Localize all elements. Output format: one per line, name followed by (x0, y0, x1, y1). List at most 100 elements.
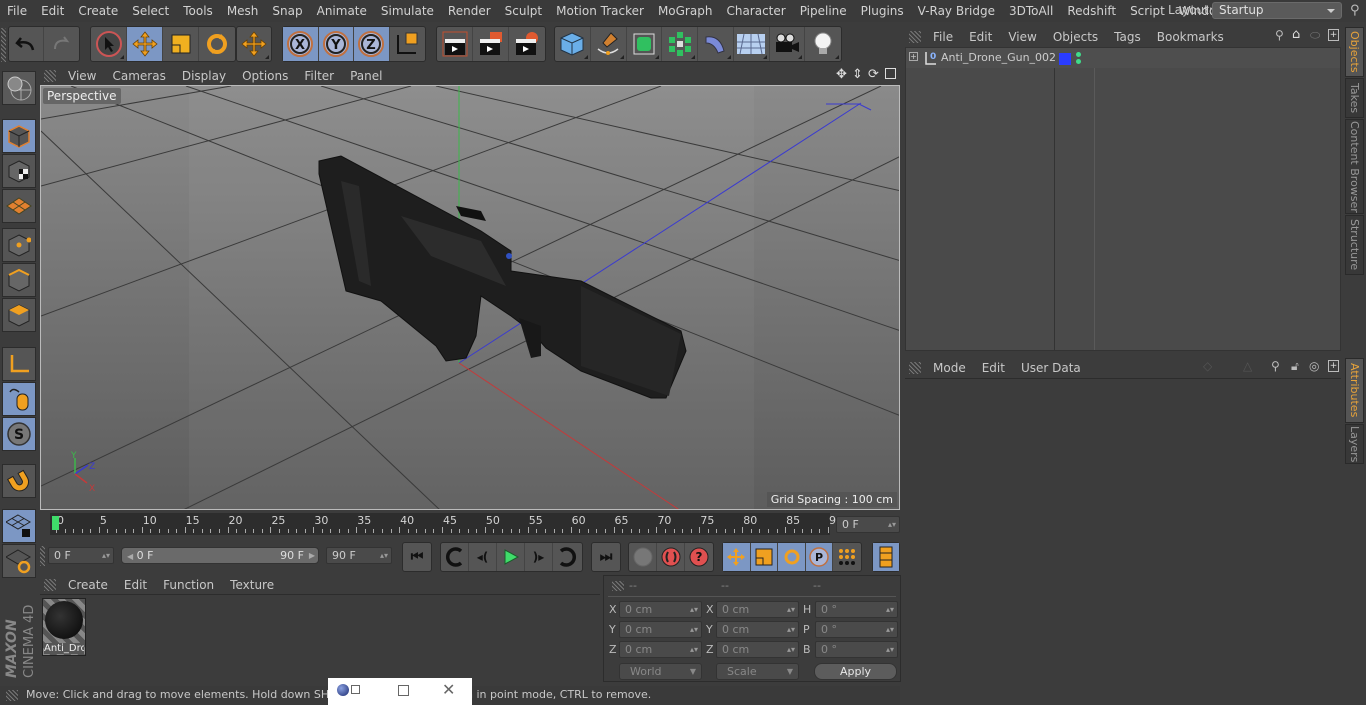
pos-x-field[interactable]: 0 cm ▴▾ (619, 601, 702, 618)
rotate-view-icon[interactable]: ⟳ (868, 67, 879, 82)
end-frame-field[interactable]: 90 F ▴▾ (326, 547, 392, 564)
motion-path-button[interactable] (629, 543, 657, 571)
deformer-button[interactable] (698, 27, 734, 61)
menu-select[interactable]: Select (125, 0, 176, 22)
zoom-view-icon[interactable]: ⇕ (852, 67, 863, 82)
toolbar-grip[interactable] (1, 28, 6, 62)
next-key-button[interactable] (553, 543, 581, 571)
scale-tool-button[interactable] (163, 27, 199, 61)
viewport-menu-view[interactable]: View (60, 69, 104, 83)
layout-dropdown[interactable]: Startup (1212, 2, 1342, 19)
timeline-track[interactable]: 051015202530354045505560657075808590 (50, 513, 843, 535)
key-position-button[interactable] (723, 543, 751, 571)
pos-z-field[interactable]: 0 cm ▴▾ (619, 641, 702, 658)
lock-workplane-button[interactable] (2, 509, 36, 543)
object-name[interactable]: Anti_Drone_Gun_002 (941, 51, 1056, 64)
menu-character[interactable]: Character (719, 0, 792, 22)
apply-button[interactable]: Apply (814, 663, 897, 680)
rotate-tool-button[interactable] (199, 27, 235, 61)
coord-grip[interactable] (612, 581, 624, 591)
subdivision-surface-button[interactable] (627, 27, 663, 61)
make-editable-button[interactable] (2, 71, 36, 105)
home-icon[interactable]: ⌂ (1292, 27, 1300, 42)
new-panel-icon[interactable]: + (1328, 360, 1339, 372)
render-settings-button[interactable] (509, 27, 545, 61)
menu-redshift[interactable]: Redshift (1060, 0, 1123, 22)
size-x-field[interactable]: 0 cm ▴▾ (716, 601, 799, 618)
playhead[interactable] (52, 516, 59, 530)
z-axis-lock-button[interactable]: Z (354, 27, 390, 61)
search-icon[interactable]: ⚲ (1275, 28, 1284, 42)
polygons-mode-button[interactable] (2, 298, 36, 332)
x-axis-lock-button[interactable]: X (283, 27, 319, 61)
prev-frame-button[interactable]: ◂( (469, 543, 497, 571)
undo-button[interactable] (9, 27, 45, 61)
maximize-view-icon[interactable] (885, 68, 896, 79)
model-mode-button[interactable] (2, 119, 36, 153)
objects-menu-tags[interactable]: Tags (1106, 30, 1149, 44)
tab-attributes[interactable]: Attributes (1345, 358, 1364, 423)
coordinate-system-button[interactable] (390, 27, 425, 61)
last-tool-button[interactable] (237, 27, 271, 61)
layer-color-swatch[interactable] (1059, 53, 1071, 65)
pos-y-field[interactable]: 0 cm ▴▾ (619, 621, 702, 638)
current-frame-field[interactable]: 0 F ▴▾ (836, 516, 900, 533)
attributes-menu-edit[interactable]: Edit (974, 361, 1013, 375)
light-button[interactable] (805, 27, 841, 61)
add-cube-button[interactable] (555, 27, 591, 61)
3d-viewport[interactable]: Y Z X Perspective Grid Spacing : 100 cm (40, 85, 900, 510)
goto-end-button[interactable]: ⏭ (592, 543, 620, 571)
solo-button[interactable]: S (2, 417, 36, 451)
next-frame-button[interactable]: )▸ (525, 543, 553, 571)
attributes-menu-user-data[interactable]: User Data (1013, 361, 1089, 375)
key-pla-button[interactable] (833, 543, 861, 571)
size-z-field[interactable]: 0 cm ▴▾ (716, 641, 799, 658)
menu-pipeline[interactable]: Pipeline (793, 0, 854, 22)
attributes-grip[interactable] (909, 361, 921, 374)
material-grip[interactable] (44, 578, 56, 591)
start-frame-field[interactable]: 0 F ▴▾ (48, 547, 114, 564)
menu-mograph[interactable]: MoGraph (651, 0, 720, 22)
redo-button[interactable] (44, 27, 79, 61)
viewport-menu-display[interactable]: Display (174, 69, 234, 83)
menu-mesh[interactable]: Mesh (220, 0, 266, 22)
play-button[interactable] (497, 543, 525, 571)
menu-file[interactable]: File (0, 0, 34, 22)
pan-view-icon[interactable]: ✥ (836, 67, 847, 82)
size-y-field[interactable]: 0 cm ▴▾ (716, 621, 799, 638)
menu-plugins[interactable]: Plugins (854, 0, 911, 22)
up-arrow-icon[interactable]: △ (1243, 359, 1252, 373)
tab-structure[interactable]: Structure (1345, 215, 1364, 275)
workplane-mode-button[interactable] (2, 189, 36, 223)
tab-content-browser[interactable]: Content Browser (1345, 119, 1364, 214)
maximize-icon[interactable] (398, 685, 409, 696)
timeline-window-button[interactable] (873, 543, 899, 571)
viewport-grip[interactable] (44, 69, 56, 82)
back-arrow-icon[interactable]: ◇ (1203, 359, 1212, 373)
key-rotation-button[interactable] (778, 543, 806, 571)
tab-objects[interactable]: Objects (1345, 27, 1364, 77)
tab-layers[interactable]: Layers (1345, 424, 1364, 464)
expand-icon[interactable]: + (909, 52, 918, 61)
prev-key-button[interactable] (441, 543, 469, 571)
coordinate-mode-dropdown[interactable]: World ▼ (619, 663, 702, 680)
menu-edit[interactable]: Edit (34, 0, 71, 22)
editor-visibility-dot[interactable] (1076, 52, 1081, 57)
close-icon[interactable]: ✕ (442, 680, 455, 699)
points-mode-button[interactable] (2, 228, 36, 262)
menu-create[interactable]: Create (71, 0, 125, 22)
restore-icon[interactable] (351, 685, 360, 694)
tab-takes[interactable]: Takes (1345, 78, 1364, 118)
viewport-menu-cameras[interactable]: Cameras (104, 69, 173, 83)
rot-h-field[interactable]: 0 ° ▴▾ (815, 601, 898, 618)
menu-render[interactable]: Render (441, 0, 498, 22)
y-axis-lock-button[interactable]: Y (318, 27, 354, 61)
objects-menu-edit[interactable]: Edit (961, 30, 1000, 44)
cloner-button[interactable] (662, 27, 698, 61)
timeline-ruler[interactable]: 051015202530354045505560657075808590 0 F… (40, 513, 900, 535)
objects-menu-view[interactable]: View (1000, 30, 1044, 44)
viewport-menu-options[interactable]: Options (234, 69, 296, 83)
viewport-menu-panel[interactable]: Panel (342, 69, 390, 83)
objects-grip[interactable] (909, 30, 921, 43)
rot-b-field[interactable]: 0 ° ▴▾ (815, 641, 898, 658)
